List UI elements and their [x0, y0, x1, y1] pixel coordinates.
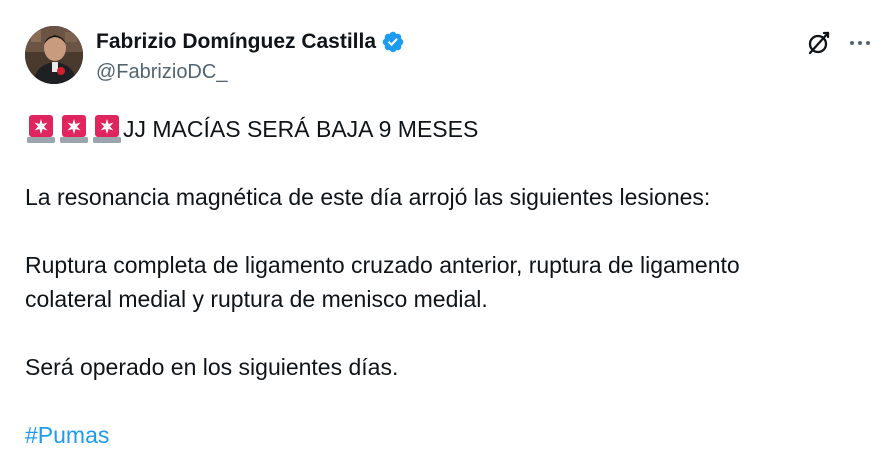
tweet-card: Fabrizio Domínguez Castilla @FabrizioDC_ — [0, 0, 895, 476]
author-handle[interactable]: @FabrizioDC_ — [96, 60, 227, 84]
police-light-icon — [27, 115, 55, 143]
verified-badge-icon — [382, 31, 404, 53]
tweet-headline: JJ MACÍAS SERÁ BAJA 9 MESES — [123, 116, 479, 142]
author-name[interactable]: Fabrizio Domínguez Castilla — [96, 29, 376, 55]
more-options-icon[interactable] — [847, 30, 873, 56]
avatar[interactable] — [25, 26, 83, 84]
grok-icon[interactable] — [806, 30, 832, 56]
tweet-paragraph-1: La resonancia magnética de este día arro… — [25, 184, 711, 210]
tweet-headline-line: JJ MACÍAS SERÁ BAJA 9 MESES — [25, 112, 870, 146]
tweet-paragraph-3: Será operado en los siguientes días. — [25, 354, 399, 380]
hashtag-link[interactable]: #Pumas — [25, 422, 109, 448]
tweet-paragraph-2-line-1: Ruptura completa de ligamento cruzado an… — [25, 252, 740, 278]
police-light-icon — [93, 115, 121, 143]
police-light-icon — [60, 115, 88, 143]
tweet-paragraph-2-line-2: colateral medial y ruptura de menisco me… — [25, 286, 488, 312]
author-name-row: Fabrizio Domínguez Castilla — [96, 29, 405, 55]
tweet-text: JJ MACÍAS SERÁ BAJA 9 MESES La resonanci… — [25, 112, 870, 452]
